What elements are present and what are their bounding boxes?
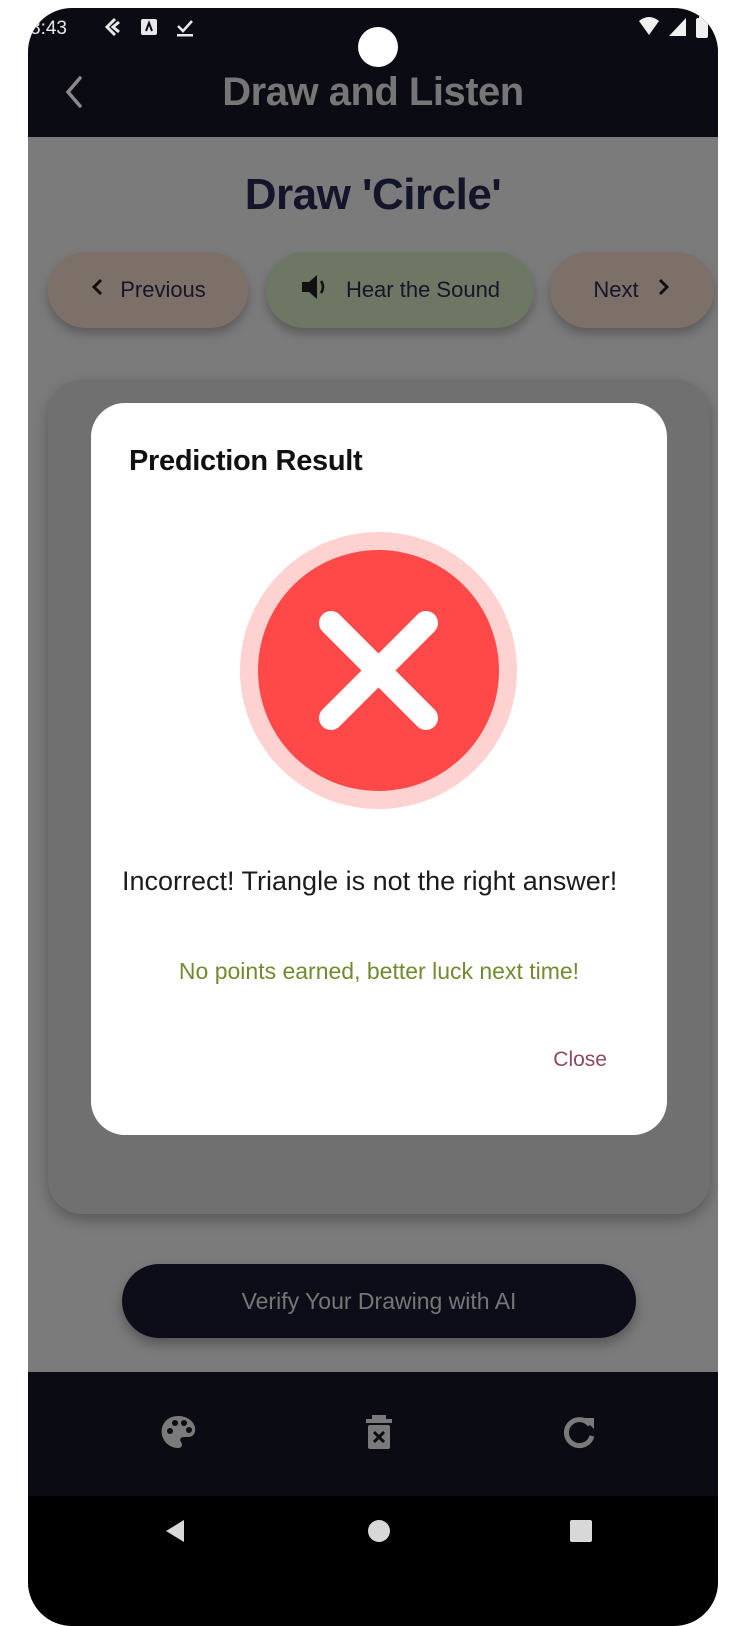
wifi-icon bbox=[638, 17, 660, 42]
recents-square-icon[interactable] bbox=[566, 1516, 596, 1546]
draw-prompt: Draw 'Circle' bbox=[244, 170, 502, 219]
prediction-dialog: Prediction Result Incorrect! Triangle is… bbox=[91, 403, 667, 1135]
download-done-icon bbox=[174, 16, 196, 38]
back-triangle-icon[interactable] bbox=[160, 1516, 190, 1546]
drawing-toolbar bbox=[28, 1372, 718, 1496]
previous-button[interactable]: Previous bbox=[48, 252, 248, 328]
hear-sound-button[interactable]: Hear the Sound bbox=[266, 252, 534, 328]
status-system-icons bbox=[638, 16, 708, 43]
signal-icon bbox=[668, 17, 688, 42]
close-button[interactable]: Close bbox=[553, 1048, 607, 1072]
result-message: Incorrect! Triangle is not the right ans… bbox=[122, 866, 618, 896]
next-label: Next bbox=[593, 277, 639, 302]
refresh-icon[interactable] bbox=[559, 1412, 599, 1452]
points-message: No points earned, better luck next time! bbox=[178, 958, 580, 984]
camera-cutout bbox=[358, 27, 398, 67]
speaker-icon bbox=[300, 273, 330, 307]
result-status-badge bbox=[240, 532, 517, 809]
chevron-left-icon bbox=[90, 277, 104, 303]
trash-icon[interactable] bbox=[359, 1412, 399, 1452]
error-circle bbox=[258, 550, 499, 791]
next-button[interactable]: Next bbox=[550, 252, 714, 328]
dialog-title: Prediction Result bbox=[129, 445, 363, 477]
hear-sound-label: Hear the Sound bbox=[345, 277, 501, 302]
chevron-right-icon bbox=[657, 277, 671, 303]
x-icon bbox=[319, 611, 438, 730]
verify-drawing-button[interactable]: Verify Your Drawing with AI bbox=[122, 1264, 636, 1338]
status-notification-icons bbox=[102, 16, 196, 38]
home-circle-icon[interactable] bbox=[364, 1516, 394, 1546]
page-title: Draw and Listen bbox=[222, 70, 524, 114]
system-nav-bar bbox=[28, 1496, 718, 1626]
bolt-icon bbox=[102, 16, 124, 38]
status-time: 8:43 bbox=[30, 18, 67, 39]
a-box-icon bbox=[138, 16, 160, 38]
app-header: 8:43 Draw and Listen bbox=[28, 8, 718, 137]
palette-icon[interactable] bbox=[158, 1412, 198, 1452]
previous-label: Previous bbox=[120, 277, 206, 302]
battery-icon bbox=[696, 16, 708, 43]
